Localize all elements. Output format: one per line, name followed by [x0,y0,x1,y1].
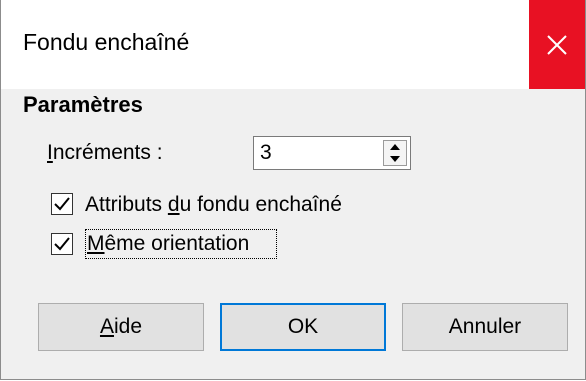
same-orientation-label-mnemonic: M [87,232,105,255]
checkmark-icon [54,237,70,251]
arrow-up-icon [390,144,400,150]
same-orientation-label[interactable]: Même orientation [87,232,249,256]
help-button-mnemonic: A [99,315,114,338]
increments-value[interactable]: 3 [260,141,272,165]
arrow-down-icon [390,156,400,162]
increments-label-rest: ncréments : [52,141,163,164]
window-title: Fondu enchaîné [23,29,190,55]
attributes-label[interactable]: Attributs du fondu enchaîné [85,193,342,217]
close-button[interactable] [529,0,585,89]
help-button-rest: ide [113,315,143,338]
attributes-label-after: u fondu enchaîné [179,193,342,216]
dialog-window: Fondu enchaîné Paramètres Incréments : 3 [0,0,586,380]
same-orientation-checkbox[interactable] [51,233,73,255]
cancel-button[interactable]: Annuler [402,303,568,351]
title-bar[interactable]: Fondu enchaîné [1,0,585,89]
same-orientation-label-rest: ême orientation [104,232,250,255]
checkmark-icon [54,197,70,211]
attributes-checkbox[interactable] [51,193,73,215]
spin-buttons [383,140,407,166]
spin-up-button[interactable] [384,141,406,153]
increments-label: Incréments : [47,141,163,165]
ok-button[interactable]: OK [220,303,386,351]
section-title: Paramètres [23,92,143,117]
help-button[interactable]: Aide [38,303,204,351]
spin-down-button[interactable] [384,153,406,165]
close-icon [547,34,567,55]
increments-spinbox[interactable]: 3 [253,136,411,170]
attributes-label-before: Attributs [85,193,168,216]
dialog-body: Paramètres Incréments : 3 Attributs du f… [1,89,585,379]
attributes-label-mnemonic: d [167,193,180,216]
